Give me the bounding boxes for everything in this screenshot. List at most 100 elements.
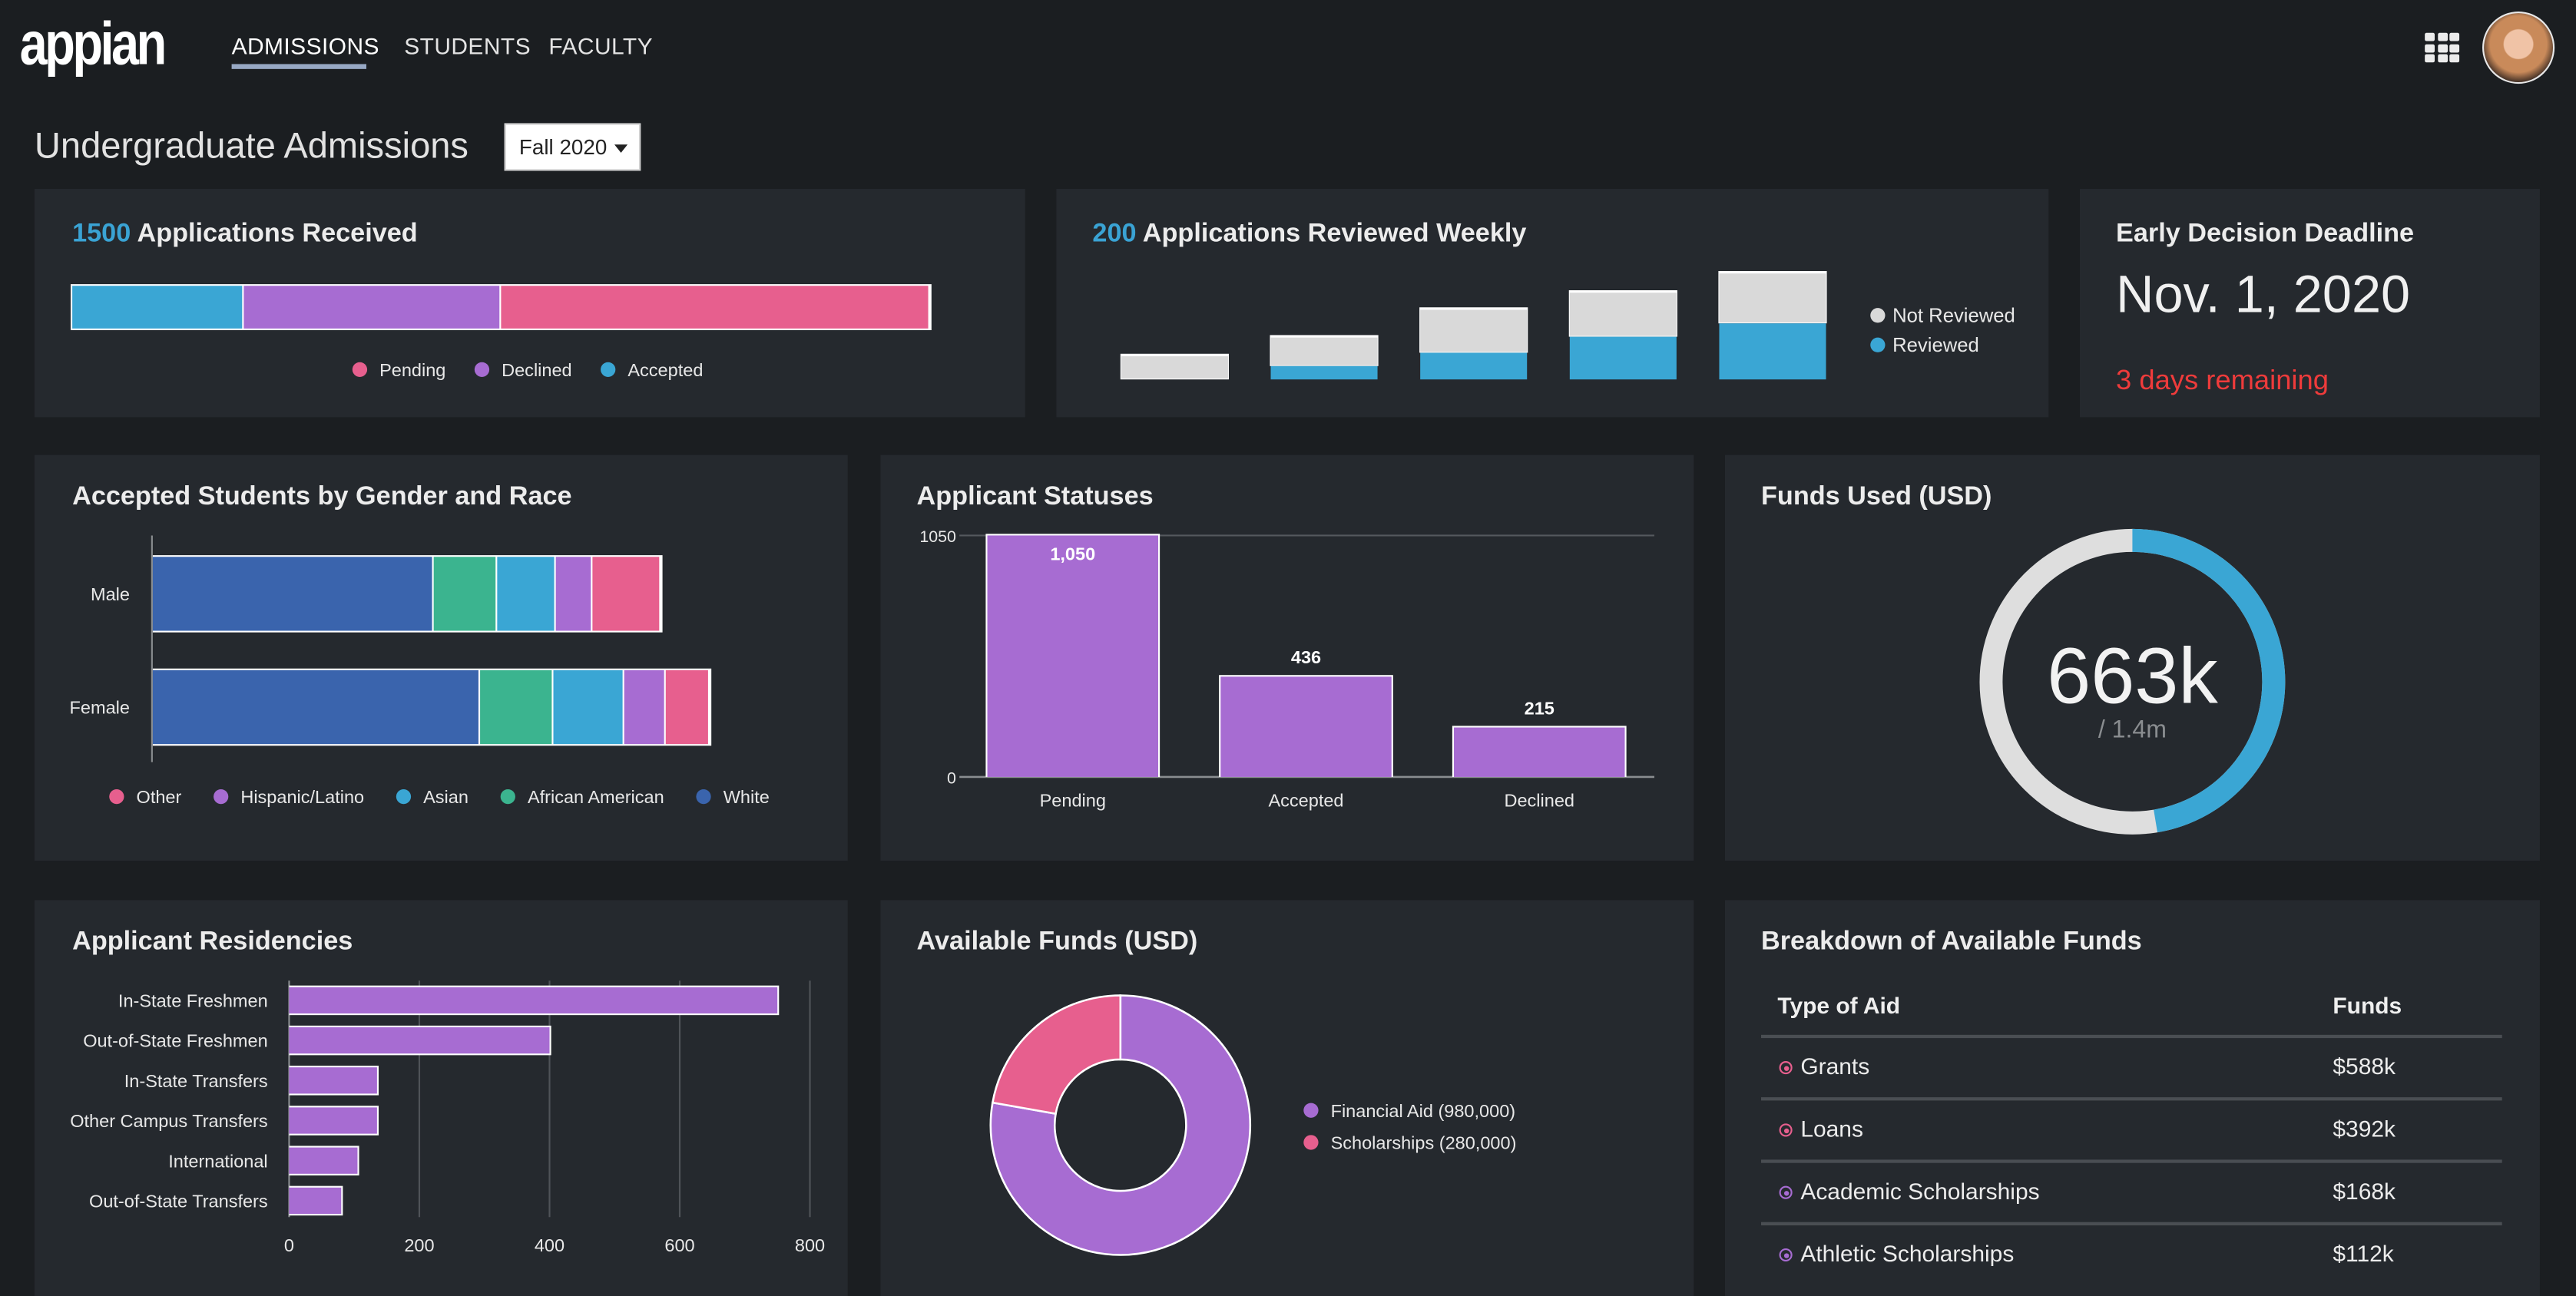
legend-label-hispanic-latino: Hispanic/Latino (240, 787, 364, 807)
legend-dot-scholarships (1303, 1135, 1319, 1150)
column-not-reviewed (1719, 273, 1826, 323)
dashboard: appian ADMISSIONS STUDENTS FACULTY Under… (0, 0, 2576, 1296)
bar-segment-african-american (433, 557, 496, 631)
legend-dot-asian (396, 789, 412, 805)
column-not-reviewed (1270, 337, 1378, 365)
data-label-pending: 1,050 (1050, 544, 1095, 564)
legend-dot-reviewed (1870, 337, 1886, 352)
x-tick-label: 400 (535, 1235, 565, 1255)
table-row: Grants $588k (1761, 1036, 2502, 1099)
card-gender-race: Accepted Students by Gender and Race Mal… (34, 455, 848, 861)
donut-slice-scholarships (991, 994, 1122, 1116)
column-not-reviewed (1121, 355, 1228, 379)
category-label: International (168, 1151, 267, 1171)
column-not-reviewed (1569, 293, 1677, 336)
bar-segment-hispanic-latino (624, 669, 664, 745)
nav-tab-faculty[interactable]: FACULTY (548, 33, 653, 59)
x-tick-label: 800 (795, 1235, 825, 1255)
legend-label-african-american: African American (528, 787, 664, 807)
data-label-declined: 215 (1525, 698, 1555, 718)
bar-pending (987, 535, 1158, 777)
aid-type: Athletic Scholarships (1800, 1240, 2015, 1267)
legend-dot-financial-aid (1303, 1103, 1319, 1118)
aid-type: Grants (1800, 1053, 1870, 1079)
legend-label-other: Other (137, 787, 182, 807)
column-not-reviewed (1420, 309, 1528, 352)
nav-tab-admissions[interactable]: ADMISSIONS (232, 33, 379, 59)
x-tick-label: 600 (664, 1235, 694, 1255)
bar (289, 1107, 377, 1134)
nav-tab-students[interactable]: STUDENTS (404, 33, 531, 59)
category-label: In-State Transfers (124, 1071, 268, 1091)
bar-accepted (1220, 676, 1392, 777)
bar-segment-white (152, 669, 478, 745)
bar-segment-african-american (480, 669, 552, 745)
legend-label-declined: Declined (502, 360, 572, 380)
page-title: Undergraduate Admissions (34, 124, 469, 167)
column-header-funds[interactable]: Funds (2333, 992, 2402, 1018)
term-select-value: Fall 2020 (518, 134, 608, 160)
bar-segment-asian (553, 669, 623, 745)
legend-dot-other (109, 789, 124, 805)
category-label: Out-of-State Freshmen (83, 1031, 267, 1051)
received-stacked-bar-chart: Pending Declined Accepted (70, 284, 932, 380)
legend-dot-accepted (601, 362, 616, 377)
bar-segment-other (665, 669, 708, 745)
term-select[interactable]: Fall 2020 (504, 123, 641, 171)
bar (289, 1187, 342, 1215)
gauge-total: / 1.4m (2098, 716, 2167, 743)
column-reviewed (1420, 352, 1528, 380)
appian-logo[interactable]: appian (20, 10, 167, 79)
target-icon (1779, 1248, 1793, 1262)
bar (289, 987, 778, 1014)
category-label: In-State Freshmen (118, 990, 268, 1010)
y-tick-label: 1050 (919, 527, 956, 546)
available-funds-donut: Financial Aid (980,000) Scholarships (280… (989, 994, 1517, 1256)
table-row: Academic Scholarships $168k (1761, 1162, 2502, 1224)
x-tick-label-pending: Pending (1040, 790, 1106, 810)
card-applications-reviewed: 200 Applications Reviewed Weekly Not Rev… (1056, 189, 2049, 418)
bar-segment-declined (243, 286, 500, 329)
deadline-remaining: 3 days remaining (2116, 364, 2329, 396)
bar-segment-accepted (72, 286, 243, 329)
category-label: Other Campus Transfers (70, 1111, 267, 1131)
x-tick-label: 0 (284, 1235, 294, 1255)
user-avatar[interactable] (2482, 11, 2555, 84)
app-grid-icon[interactable] (2425, 32, 2460, 64)
card-applications-received: 1500 Applications Received Pending Declin… (34, 189, 1025, 418)
legend-dot-hispanic-latino (214, 789, 229, 805)
x-tick-label-accepted: Accepted (1268, 790, 1343, 810)
table-row: Athletic Scholarships $112k (1761, 1224, 2502, 1286)
legend-label-pending: Pending (379, 360, 445, 380)
x-tick-label-declined: Declined (1504, 790, 1574, 810)
nav-active-indicator (231, 64, 366, 69)
card-applicant-statuses: Applicant Statuses 1050 0 1,050 Pending 436 A… (880, 455, 1694, 861)
funds-used-gauge: 663k/ 1.4m (1979, 528, 2286, 835)
aid-type: Academic Scholarships (1800, 1177, 2040, 1205)
bar-segment-other (592, 557, 660, 631)
applicant-statuses-chart: 1050 0 1,050 Pending 436 Accepted 215 Declined (919, 527, 1654, 810)
legend-label-asian: Asian (423, 787, 469, 807)
bar-segment-hispanic-latino (555, 557, 591, 631)
card-title: Breakdown of Available Funds (1761, 927, 2142, 957)
column-reviewed (1719, 323, 1826, 380)
caret-down-icon (614, 144, 628, 153)
deadline-title: Early Decision Deadline (2116, 220, 2415, 249)
legend-label-white: White (723, 787, 770, 807)
column-header-type[interactable]: Type of Aid (1777, 992, 1900, 1018)
legend-dot-white (696, 789, 711, 805)
bar-segment-white (152, 557, 432, 631)
y-tick-label: 0 (947, 769, 956, 787)
card-applicant-residencies: Applicant Residencies 0 200 400 600 800 In-St… (34, 900, 848, 1296)
legend-label-accepted: Accepted (627, 360, 703, 380)
bar (289, 1067, 377, 1094)
legend-label-scholarships: Scholarships (280,000) (1331, 1133, 1517, 1153)
legend-dot-declined (474, 362, 490, 377)
card-available-funds: Available Funds (USD) Financial Aid (980… (880, 900, 1694, 1296)
target-icon (1779, 1123, 1793, 1138)
category-label-female: Female (70, 698, 130, 718)
card-funds-used: Funds Used (USD) 663k/ 1.4m (1724, 455, 2540, 861)
aid-funds: $168k (2333, 1177, 2396, 1205)
bar-segment-pending (501, 286, 929, 329)
aid-funds: $588k (2333, 1053, 2396, 1079)
